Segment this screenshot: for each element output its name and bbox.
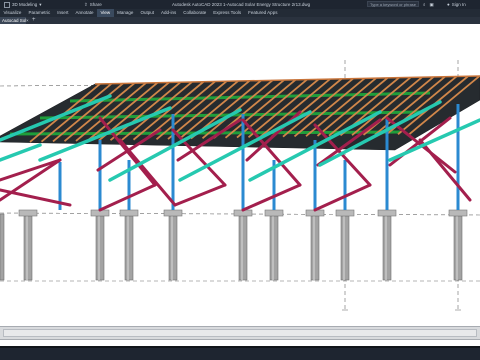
base-plate xyxy=(377,209,397,217)
tab-insert[interactable]: Insert xyxy=(54,9,72,17)
pile xyxy=(340,215,350,281)
pile xyxy=(95,215,105,281)
pile xyxy=(382,215,392,281)
window-title: Autodesk AutoCAD 2023 1-Autocad Solar En… xyxy=(172,2,311,7)
cross-brace xyxy=(0,158,62,202)
share-icon: ⇪ xyxy=(84,1,88,7)
tab-visualize[interactable]: Visualize xyxy=(0,9,25,17)
base-plate xyxy=(119,209,139,217)
tab-collaborate[interactable]: Collaborate xyxy=(180,9,210,17)
base-plate xyxy=(264,209,284,217)
cross-brace xyxy=(241,183,302,212)
solar-structure-model xyxy=(0,60,480,312)
user-icon: ● xyxy=(447,2,450,7)
cross-brace xyxy=(173,183,227,207)
tab-output[interactable]: Output xyxy=(137,9,158,17)
pile xyxy=(23,215,33,281)
sign-in-label: Sign In xyxy=(451,2,466,7)
search-input[interactable]: Type a keyword or phrase xyxy=(367,1,419,7)
workspace-switcher[interactable]: 3D Modeling ▾ xyxy=(4,1,42,8)
drawing-canvas[interactable] xyxy=(0,24,480,324)
tab-featured-apps[interactable]: Featured Apps xyxy=(245,9,281,17)
support-beam xyxy=(0,143,42,162)
tab-manage[interactable]: Manage xyxy=(114,9,137,17)
title-bar: 3D Modeling ▾ ⇪ Share Autodesk AutoCAD 2… xyxy=(0,0,480,9)
chevron-down-icon: ▾ xyxy=(39,1,42,7)
tab-parametric[interactable]: Parametric xyxy=(25,9,54,17)
close-icon[interactable]: × xyxy=(26,17,29,24)
sign-in-button[interactable]: ● Sign In xyxy=(447,1,466,8)
status-bar-edge xyxy=(0,346,480,348)
document-tab-bar: Autocad Solar Energy Structure 2r13* × + xyxy=(0,17,480,24)
base-plate xyxy=(448,209,468,217)
pile xyxy=(310,215,320,281)
pile xyxy=(453,215,463,281)
search-icon[interactable]: ⌕ xyxy=(423,2,426,7)
pile xyxy=(124,215,134,281)
cross-brace xyxy=(313,183,372,212)
base-plate xyxy=(335,209,355,217)
pile xyxy=(0,213,5,281)
pile xyxy=(168,215,178,281)
tab-annotate[interactable]: Annotate xyxy=(72,9,97,17)
tab-add-ins[interactable]: Add-ins xyxy=(157,9,179,17)
pile-group xyxy=(0,213,463,281)
base-plate xyxy=(18,209,38,217)
tab-express-tools[interactable]: Express Tools xyxy=(210,9,245,17)
status-bar xyxy=(0,346,480,360)
scrollbar-thumb[interactable] xyxy=(3,329,477,337)
cross-brace xyxy=(0,158,62,182)
tab-view[interactable]: View xyxy=(96,9,114,17)
cube-icon xyxy=(4,1,10,8)
cross-brace xyxy=(418,138,472,202)
share-label: Share xyxy=(89,2,102,7)
workspace-label: 3D Modeling xyxy=(12,2,38,7)
horizontal-scrollbar[interactable] xyxy=(0,326,480,340)
pile xyxy=(269,215,279,281)
pile xyxy=(238,215,248,281)
cart-icon[interactable]: ▣ xyxy=(430,2,434,8)
document-tab[interactable]: Autocad Solar Energy Structure 2r13* xyxy=(0,17,26,24)
base-plate xyxy=(163,209,183,217)
ribbon-tab-bar: Visualize Parametric Insert Annotate Vie… xyxy=(0,9,480,17)
plus-icon[interactable]: + xyxy=(32,17,36,24)
share-button[interactable]: ⇪ Share xyxy=(84,1,102,8)
